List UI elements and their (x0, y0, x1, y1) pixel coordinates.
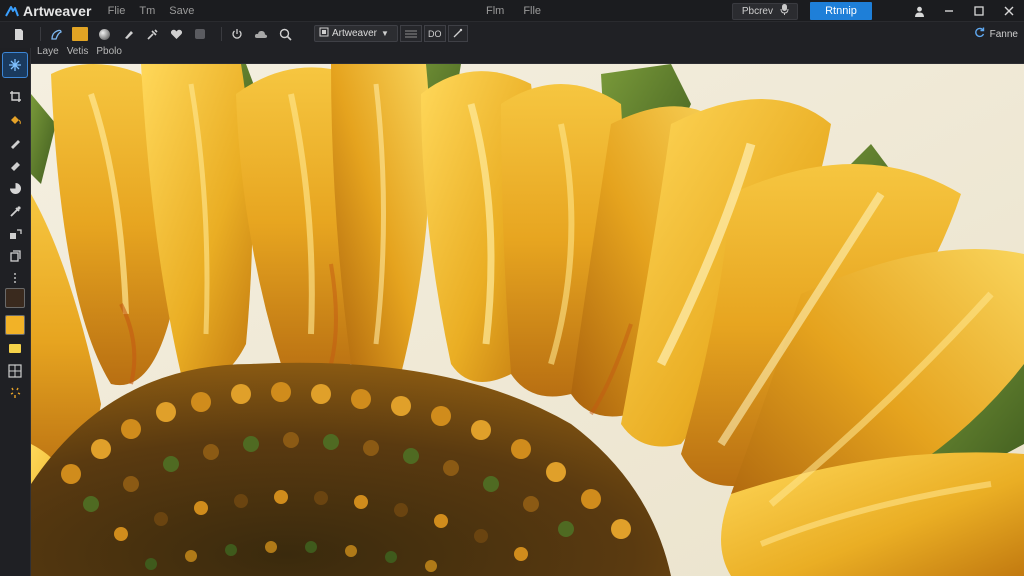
layers-icon[interactable] (4, 245, 26, 265)
title-right-controls: Pbcrev Rtnnip (731, 0, 1024, 22)
pen-icon[interactable] (119, 25, 137, 43)
crop-icon[interactable] (4, 86, 26, 106)
maximize-icon[interactable] (964, 0, 994, 22)
heart-icon[interactable] (167, 25, 185, 43)
refresh-icon (974, 27, 985, 41)
image-swatch[interactable] (71, 25, 89, 43)
eyedropper-icon[interactable] (4, 201, 26, 221)
sparkle-icon[interactable] (4, 382, 26, 402)
menu-save[interactable]: Save (169, 5, 194, 17)
grid-icon (405, 30, 417, 38)
image-swatch-fill (72, 27, 88, 41)
small-swatch-icon[interactable] (4, 338, 26, 358)
brush-icon[interactable] (47, 25, 65, 43)
app-title: Artweaver (23, 2, 92, 19)
brush-preset-select[interactable]: Artweaver ▼ (314, 25, 398, 42)
tool-label-vetis[interactable]: Vetis (67, 46, 89, 57)
preset-icon (319, 27, 329, 40)
frame-button[interactable]: Fanne (974, 26, 1018, 42)
toolbar-divider (40, 27, 41, 41)
microphone-icon (780, 4, 789, 18)
option-group: DO (400, 25, 470, 42)
diagonal-line-icon (453, 28, 463, 38)
foreground-color-swatch[interactable] (5, 288, 25, 308)
bucket-icon[interactable] (4, 109, 26, 129)
preview-label: Pbcrev (741, 5, 773, 17)
transform-icon[interactable] (4, 224, 26, 244)
preview-button[interactable]: Pbcrev (731, 2, 798, 20)
menu-flle[interactable]: Flle (523, 5, 541, 17)
minimize-icon[interactable] (934, 0, 964, 22)
option-grid-toggle[interactable] (400, 25, 422, 42)
chevron-down-icon: ▼ (381, 29, 389, 38)
close-icon[interactable] (994, 0, 1024, 22)
pie-icon[interactable] (4, 178, 26, 198)
sunflower-painting (31, 64, 1024, 576)
pencil-icon[interactable] (4, 132, 26, 152)
eraser-icon[interactable] (4, 155, 26, 175)
frame-label: Fanne (989, 28, 1018, 40)
option-line-button[interactable] (447, 25, 468, 42)
center-menu: Flm Flle (486, 0, 560, 22)
quick-mask-icon[interactable] (4, 361, 26, 381)
user-icon[interactable] (904, 0, 934, 22)
option-do-field[interactable]: DO (424, 25, 446, 42)
menu-film[interactable]: Flm (486, 5, 504, 17)
sparkle-move-icon[interactable] (2, 52, 28, 78)
preset-value: Artweaver (332, 28, 378, 39)
options-bar: Laye Vetis Pbolo Artweaver ▼ DO Fanne (0, 22, 1024, 64)
power-icon[interactable] (228, 25, 246, 43)
background-color-swatch[interactable] (5, 315, 25, 335)
title-bar: Artweaver Flie Tm Save Flm Flle Pbcrev R… (0, 0, 1024, 22)
tool-label-layer[interactable]: Laye (37, 46, 59, 57)
cloud-icon[interactable] (252, 25, 270, 43)
app-window: Artweaver Flie Tm Save Flm Flle Pbcrev R… (0, 0, 1024, 576)
more-icon[interactable] (4, 268, 26, 288)
painting-canvas[interactable] (31, 64, 1024, 576)
sphere-icon[interactable] (95, 25, 113, 43)
left-toolbar (0, 48, 31, 576)
tool-label-pbolo[interactable]: Pbolo (96, 46, 122, 57)
page-icon[interactable] (10, 25, 28, 43)
primary-action-button[interactable]: Rtnnip (810, 2, 872, 20)
square-icon[interactable] (191, 25, 209, 43)
menu-tm[interactable]: Tm (139, 5, 155, 17)
search-icon[interactable] (276, 25, 294, 43)
tool-labels: Laye Vetis Pbolo (37, 46, 130, 57)
toolbar-divider (221, 27, 222, 41)
small-swatch-fill (9, 343, 21, 353)
dropper-icon[interactable] (143, 25, 161, 43)
options-tool-row (10, 25, 300, 43)
artweaver-logo-icon (5, 0, 19, 22)
menu-file[interactable]: Flie (108, 5, 126, 17)
